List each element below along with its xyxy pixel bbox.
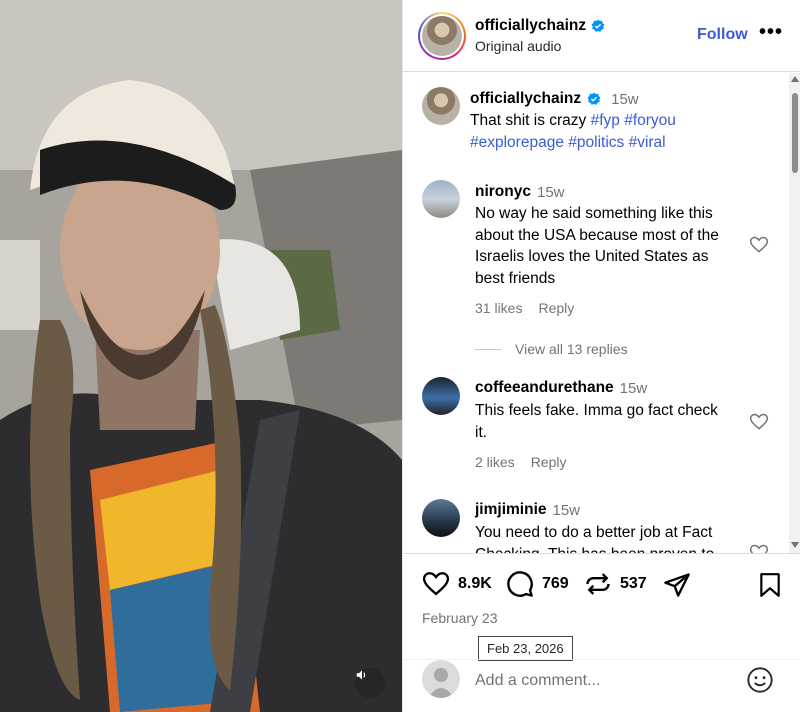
smiley-icon[interactable] bbox=[746, 666, 774, 694]
scroll-down-arrow-icon[interactable] bbox=[791, 542, 799, 548]
caption-time: 15w bbox=[611, 90, 639, 108]
date-tooltip: Feb 23, 2026 bbox=[478, 636, 573, 661]
verified-badge-icon bbox=[591, 19, 605, 32]
view-replies-label[interactable]: View all 13 replies bbox=[515, 341, 628, 357]
speaker-icon bbox=[356, 670, 366, 680]
hashtag-link[interactable]: #viral bbox=[629, 134, 666, 151]
verified-badge-icon bbox=[587, 92, 601, 105]
comment-avatar[interactable] bbox=[422, 180, 460, 218]
add-comment-bar bbox=[403, 659, 800, 712]
like-count[interactable]: 8.9K bbox=[458, 575, 492, 593]
heart-icon bbox=[422, 572, 450, 596]
audio-link[interactable]: Original audio bbox=[475, 38, 561, 54]
replies-divider bbox=[475, 348, 501, 350]
repost-icon bbox=[586, 573, 610, 595]
default-avatar-icon bbox=[428, 668, 454, 698]
comment-text: This feels fake. Imma go fact check it. bbox=[475, 400, 745, 443]
header-username[interactable]: officiallychainz bbox=[475, 17, 605, 35]
paper-plane-icon[interactable] bbox=[663, 571, 691, 599]
post-panel: officiallychainz Original audio Follow •… bbox=[402, 0, 800, 712]
comment-avatar[interactable] bbox=[422, 377, 460, 415]
video-frame-illustration bbox=[0, 0, 402, 712]
username-link[interactable]: officiallychainz bbox=[475, 17, 586, 35]
comment-like-heart-icon[interactable] bbox=[749, 543, 769, 553]
comment-likes[interactable]: 2 likes bbox=[475, 454, 515, 470]
avatar bbox=[422, 16, 462, 56]
hashtag-link[interactable]: #fyp bbox=[591, 112, 620, 129]
view-replies-button[interactable]: View all 13 replies bbox=[475, 341, 628, 357]
repost-count[interactable]: 537 bbox=[620, 575, 647, 593]
post-header: officiallychainz Original audio Follow •… bbox=[403, 0, 800, 72]
comment-button[interactable]: 769 bbox=[506, 570, 569, 598]
current-user-avatar bbox=[422, 660, 460, 698]
bookmark-icon[interactable] bbox=[757, 571, 783, 599]
comment-header: jimjiminie 15w bbox=[475, 501, 580, 519]
comment-meta: 2 likes Reply bbox=[475, 454, 566, 470]
hashtag-link[interactable]: #politics bbox=[568, 134, 624, 151]
comment-line: Israelis loves the United States as bbox=[475, 248, 709, 265]
comment-like-heart-icon[interactable] bbox=[749, 412, 769, 432]
comment-line: You need to do a better job at Fact bbox=[475, 524, 713, 541]
comment-likes[interactable]: 31 likes bbox=[475, 300, 522, 316]
comment-username[interactable]: nironyc bbox=[475, 183, 531, 201]
comment-icon bbox=[507, 571, 533, 597]
comment-username[interactable]: jimjiminie bbox=[475, 501, 547, 519]
caption-text: That shit is crazy #fyp #foryou #explore… bbox=[470, 110, 770, 153]
comment-header: nironyc 15w bbox=[475, 183, 565, 201]
comment-meta: 31 likes Reply bbox=[475, 300, 574, 316]
comment-input[interactable] bbox=[475, 668, 735, 694]
comments-scrollbar[interactable] bbox=[789, 73, 800, 553]
scrollbar-thumb[interactable] bbox=[792, 93, 798, 173]
comment-count[interactable]: 769 bbox=[542, 575, 569, 593]
story-ring[interactable] bbox=[418, 12, 466, 60]
comment-line: This feels fake. Imma go fact check bbox=[475, 402, 718, 419]
like-button[interactable]: 8.9K bbox=[422, 570, 492, 598]
comment-line: best friends bbox=[475, 269, 556, 287]
reel-video[interactable] bbox=[0, 0, 402, 712]
comment-line: No way he said something like this bbox=[475, 205, 713, 222]
reply-button[interactable]: Reply bbox=[531, 454, 567, 470]
hashtag-link[interactable]: #explorepage bbox=[470, 134, 564, 151]
more-options-icon[interactable]: ••• bbox=[759, 22, 783, 42]
caption-avatar[interactable] bbox=[422, 87, 460, 125]
post-actions: 8.9K 769 537 February 23 Feb 23, 2026 bbox=[403, 553, 800, 661]
comments-list[interactable]: officiallychainz 15w That shit is crazy … bbox=[403, 73, 789, 553]
comment-like-heart-icon[interactable] bbox=[749, 235, 769, 255]
follow-button[interactable]: Follow bbox=[697, 26, 748, 44]
comment-text: You need to do a better job at Fact Chec… bbox=[475, 522, 745, 553]
mute-button[interactable] bbox=[355, 668, 385, 698]
post-date[interactable]: February 23 bbox=[422, 610, 497, 626]
caption-header: officiallychainz 15w bbox=[470, 90, 639, 108]
repost-button[interactable]: 537 bbox=[584, 570, 647, 598]
comment-line: about the USA because most of the bbox=[475, 226, 719, 244]
caption-username[interactable]: officiallychainz bbox=[470, 90, 581, 108]
comment-time: 15w bbox=[552, 501, 581, 519]
comment-avatar[interactable] bbox=[422, 499, 460, 537]
comment-time: 15w bbox=[536, 183, 565, 201]
comment-time: 15w bbox=[619, 379, 648, 397]
reply-button[interactable]: Reply bbox=[538, 300, 574, 316]
comment-line: it. bbox=[475, 423, 488, 441]
comment-text: No way he said something like this about… bbox=[475, 203, 745, 289]
hashtag-link[interactable]: #foryou bbox=[624, 112, 676, 129]
comment-header: coffeeandurethane 15w bbox=[475, 379, 647, 397]
scroll-up-arrow-icon[interactable] bbox=[791, 76, 799, 82]
caption-body: That shit is crazy bbox=[470, 112, 587, 129]
comment-username[interactable]: coffeeandurethane bbox=[475, 379, 614, 397]
comment-line: Checking. This has been proven to bbox=[475, 544, 745, 554]
